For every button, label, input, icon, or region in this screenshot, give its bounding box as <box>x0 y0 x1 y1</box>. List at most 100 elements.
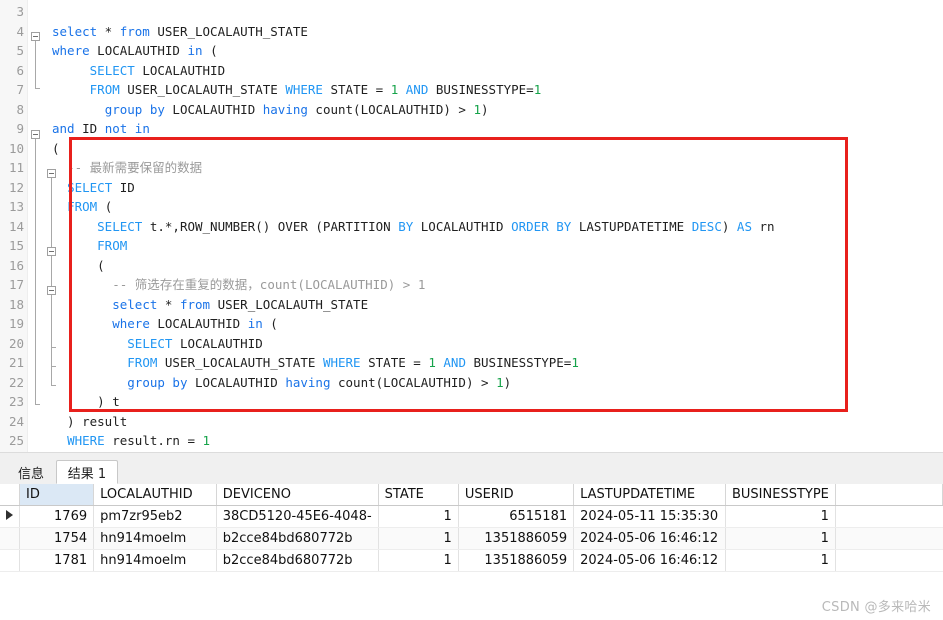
code-text[interactable]: ( <box>52 139 60 159</box>
cell-state[interactable]: 1 <box>378 527 458 549</box>
cell-businesstype[interactable]: 1 <box>726 527 836 549</box>
code-line[interactable]: 5where LOCALAUTHID in ( <box>0 41 943 61</box>
cell-state[interactable]: 1 <box>378 549 458 571</box>
tab-info[interactable]: 信息 <box>6 461 56 484</box>
current-row-arrow-icon <box>6 510 13 520</box>
code-line[interactable]: 13 FROM ( <box>0 197 943 217</box>
cell-state[interactable]: 1 <box>378 505 458 527</box>
cell-deviceno[interactable]: b2cce84bd680772b <box>216 549 378 571</box>
code-line[interactable]: 4select * from USER_LOCALAUTH_STATE <box>0 22 943 42</box>
cell-id[interactable]: 1781 <box>20 549 94 571</box>
result-table[interactable]: ID LOCALAUTHID DEVICENO STATE USERID LAS… <box>0 484 943 572</box>
fold-toggle-line16[interactable] <box>47 247 56 256</box>
column-header-deviceno[interactable]: DEVICENO <box>216 484 378 505</box>
code-line[interactable]: 6 SELECT LOCALAUTHID <box>0 61 943 81</box>
fold-toggle-line5[interactable] <box>31 32 40 41</box>
code-line[interactable]: 19 where LOCALAUTHID in ( <box>0 314 943 334</box>
code-line[interactable]: 21 FROM USER_LOCALAUTH_STATE WHERE STATE… <box>0 353 943 373</box>
cell-lastupdatetime[interactable]: 2024-05-06 16:46:12 <box>574 549 726 571</box>
code-line[interactable]: 22 group by LOCALAUTHID having count(LOC… <box>0 373 943 393</box>
row-selector-cell[interactable] <box>0 505 20 527</box>
code-line[interactable]: 9 and ID not in <box>0 119 943 139</box>
cell-userid[interactable]: 1351886059 <box>458 527 573 549</box>
cell-deviceno[interactable]: 38CD5120-45E6-4048- <box>216 505 378 527</box>
code-line[interactable]: 14 SELECT t.*,ROW_NUMBER() OVER (PARTITI… <box>0 217 943 237</box>
cell-lastupdatetime[interactable]: 2024-05-06 16:46:12 <box>574 527 726 549</box>
cell-id[interactable]: 1754 <box>20 527 94 549</box>
code-text[interactable]: where LOCALAUTHID in ( <box>52 41 218 61</box>
code-text[interactable]: select * from USER_LOCALAUTH_STATE <box>52 295 368 315</box>
code-line[interactable]: 12 SELECT ID <box>0 178 943 198</box>
code-line[interactable]: 17 -- 筛选存在重复的数据，count(LOCALAUTHID) > 1 <box>0 275 943 295</box>
code-line[interactable]: 7 FROM USER_LOCALAUTH_STATE WHERE STATE … <box>0 80 943 100</box>
code-line[interactable]: 8 group by LOCALAUTHID having count(LOCA… <box>0 100 943 120</box>
column-header-localauthid[interactable]: LOCALAUTHID <box>94 484 217 505</box>
table-body[interactable]: 1769pm7zr95eb238CD5120-45E6-4048-1651518… <box>0 505 943 571</box>
code-text[interactable]: SELECT LOCALAUTHID <box>52 61 225 81</box>
code-text[interactable]: FROM USER_LOCALAUTH_STATE WHERE STATE = … <box>52 80 541 100</box>
row-selector-header <box>0 484 20 505</box>
fold-guide-end-line13 <box>51 385 56 386</box>
fold-toggle-line10[interactable] <box>31 130 40 139</box>
fold-guide-end-line5 <box>35 88 40 89</box>
code-line[interactable]: 18 select * from USER_LOCALAUTH_STATE <box>0 295 943 315</box>
cell-localauthid[interactable]: pm7zr95eb2 <box>94 505 217 527</box>
code-text[interactable]: -- 最新需要保留的数据 <box>52 158 202 178</box>
code-line[interactable]: 10( <box>0 139 943 159</box>
sql-editor[interactable]: 34select * from USER_LOCALAUTH_STATE5whe… <box>0 0 943 458</box>
code-line[interactable]: 3 <box>0 2 943 22</box>
cell-businesstype[interactable]: 1 <box>726 505 836 527</box>
code-line[interactable]: 24 ) result <box>0 412 943 432</box>
column-header-lastupdatetime[interactable]: LASTUPDATETIME <box>574 484 726 505</box>
code-text[interactable]: where LOCALAUTHID in ( <box>52 314 278 334</box>
code-text[interactable]: group by LOCALAUTHID having count(LOCALA… <box>52 373 511 393</box>
table-row[interactable]: 1781hn914moelmb2cce84bd680772b1135188605… <box>0 549 943 571</box>
result-grid[interactable]: ID LOCALAUTHID DEVICENO STATE USERID LAS… <box>0 484 943 620</box>
cell-deviceno[interactable]: b2cce84bd680772b <box>216 527 378 549</box>
row-selector-cell[interactable] <box>0 527 20 549</box>
code-text[interactable]: -- 筛选存在重复的数据，count(LOCALAUTHID) > 1 <box>52 275 425 295</box>
code-text[interactable]: SELECT t.*,ROW_NUMBER() OVER (PARTITION … <box>52 217 775 237</box>
cell-userid[interactable]: 6515181 <box>458 505 573 527</box>
line-number: 9 <box>0 119 24 139</box>
code-area[interactable]: 34select * from USER_LOCALAUTH_STATE5whe… <box>0 0 943 452</box>
code-text[interactable]: group by LOCALAUTHID having count(LOCALA… <box>52 100 489 120</box>
column-header-state[interactable]: STATE <box>378 484 458 505</box>
code-line[interactable]: 11 -- 最新需要保留的数据 <box>0 158 943 178</box>
line-number: 12 <box>0 178 24 198</box>
code-line[interactable]: 23 ) t <box>0 392 943 412</box>
cell-businesstype[interactable]: 1 <box>726 549 836 571</box>
fold-guide-end-line19 <box>51 347 56 348</box>
code-text[interactable]: FROM <box>52 236 127 256</box>
code-text[interactable]: FROM USER_LOCALAUTH_STATE WHERE STATE = … <box>52 353 579 373</box>
cell-lastupdatetime[interactable]: 2024-05-11 15:35:30 <box>574 505 726 527</box>
code-text[interactable]: ) t <box>52 392 120 412</box>
code-line[interactable]: 16 ( <box>0 256 943 276</box>
code-text[interactable]: ( <box>52 256 105 276</box>
line-number: 8 <box>0 100 24 120</box>
table-row[interactable]: 1769pm7zr95eb238CD5120-45E6-4048-1651518… <box>0 505 943 527</box>
column-header-userid[interactable]: USERID <box>458 484 573 505</box>
code-line[interactable]: 25 WHERE result.rn = 1 <box>0 431 943 451</box>
table-row[interactable]: 1754hn914moelmb2cce84bd680772b1135188605… <box>0 527 943 549</box>
line-number: 24 <box>0 412 24 432</box>
cell-userid[interactable]: 1351886059 <box>458 549 573 571</box>
fold-toggle-line13[interactable] <box>47 169 56 178</box>
fold-toggle-line19[interactable] <box>47 286 56 295</box>
column-header-id[interactable]: ID <box>20 484 94 505</box>
cell-id[interactable]: 1769 <box>20 505 94 527</box>
tab-result-1[interactable]: 结果 1 <box>56 460 118 484</box>
code-text[interactable]: SELECT ID <box>52 178 135 198</box>
cell-localauthid[interactable]: hn914moelm <box>94 527 217 549</box>
code-line[interactable]: 20 SELECT LOCALAUTHID <box>0 334 943 354</box>
code-text[interactable]: FROM ( <box>52 197 112 217</box>
code-text[interactable]: WHERE result.rn = 1 <box>52 431 210 451</box>
column-header-businesstype[interactable]: BUSINESSTYPE <box>726 484 836 505</box>
code-line[interactable]: 15 FROM <box>0 236 943 256</box>
code-text[interactable]: SELECT LOCALAUTHID <box>52 334 263 354</box>
code-text[interactable]: select * from USER_LOCALAUTH_STATE <box>52 22 308 42</box>
code-text[interactable]: ) result <box>52 412 127 432</box>
cell-localauthid[interactable]: hn914moelm <box>94 549 217 571</box>
row-selector-cell[interactable] <box>0 549 20 571</box>
code-text[interactable]: and ID not in <box>52 119 150 139</box>
